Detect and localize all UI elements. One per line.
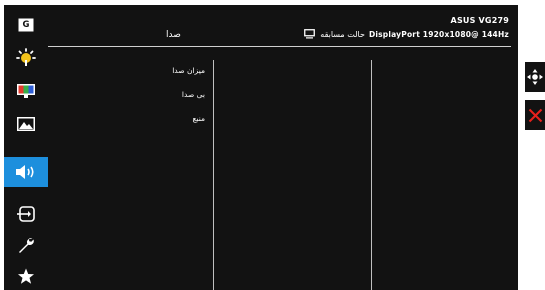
image-icon — [17, 117, 35, 131]
header-divider — [48, 46, 511, 47]
osd-sidebar: G — [4, 5, 48, 290]
signal-timing: DisplayPort 1920x1080@ 144Hz — [368, 29, 509, 39]
svg-text:G: G — [23, 20, 30, 30]
sound-icon — [16, 165, 34, 179]
menu-title: صدا — [166, 30, 181, 40]
navigate-control[interactable] — [525, 62, 545, 92]
sidebar-item-input-select[interactable] — [4, 199, 48, 229]
menu-item-source[interactable]: منبع — [192, 114, 205, 123]
sidebar-item-color[interactable] — [4, 76, 48, 106]
sidebar-item-system-setup[interactable] — [4, 230, 48, 260]
column-divider-right — [371, 60, 372, 290]
menu-item-volume[interactable]: میزان صدا — [172, 66, 205, 75]
color-icon — [17, 84, 35, 98]
osd-menu-panel: G ASUS VG279 حالت مسابقه DisplayPort 192… — [4, 5, 518, 290]
model-name: ASUS VG279 — [450, 16, 509, 25]
close-control[interactable] — [525, 100, 545, 130]
sidebar-item-gameplus[interactable]: G — [4, 10, 48, 40]
osd-header: ASUS VG279 حالت مسابقه DisplayPort 1920x… — [48, 5, 518, 46]
brightness-icon — [16, 48, 36, 66]
sidebar-item-brightness[interactable] — [4, 43, 48, 73]
system-setup-icon — [19, 238, 34, 253]
close-icon — [528, 108, 542, 122]
status-row: حالت مسابقه DisplayPort 1920x1080@ 144Hz — [304, 29, 509, 39]
five-way-navigate-icon — [527, 69, 543, 85]
sidebar-item-favorite[interactable] — [4, 261, 48, 290]
favorite-icon — [18, 268, 34, 284]
sidebar-item-image[interactable] — [4, 109, 48, 139]
input-select-icon — [17, 206, 35, 222]
menu-item-mute[interactable]: بی صدا — [182, 90, 205, 99]
game-mode-label: حالت مسابقه — [320, 29, 365, 39]
gameplus-icon: G — [18, 18, 34, 32]
column-divider-left — [213, 60, 214, 290]
sidebar-item-sound[interactable] — [4, 157, 48, 187]
monitor-icon — [304, 29, 316, 39]
